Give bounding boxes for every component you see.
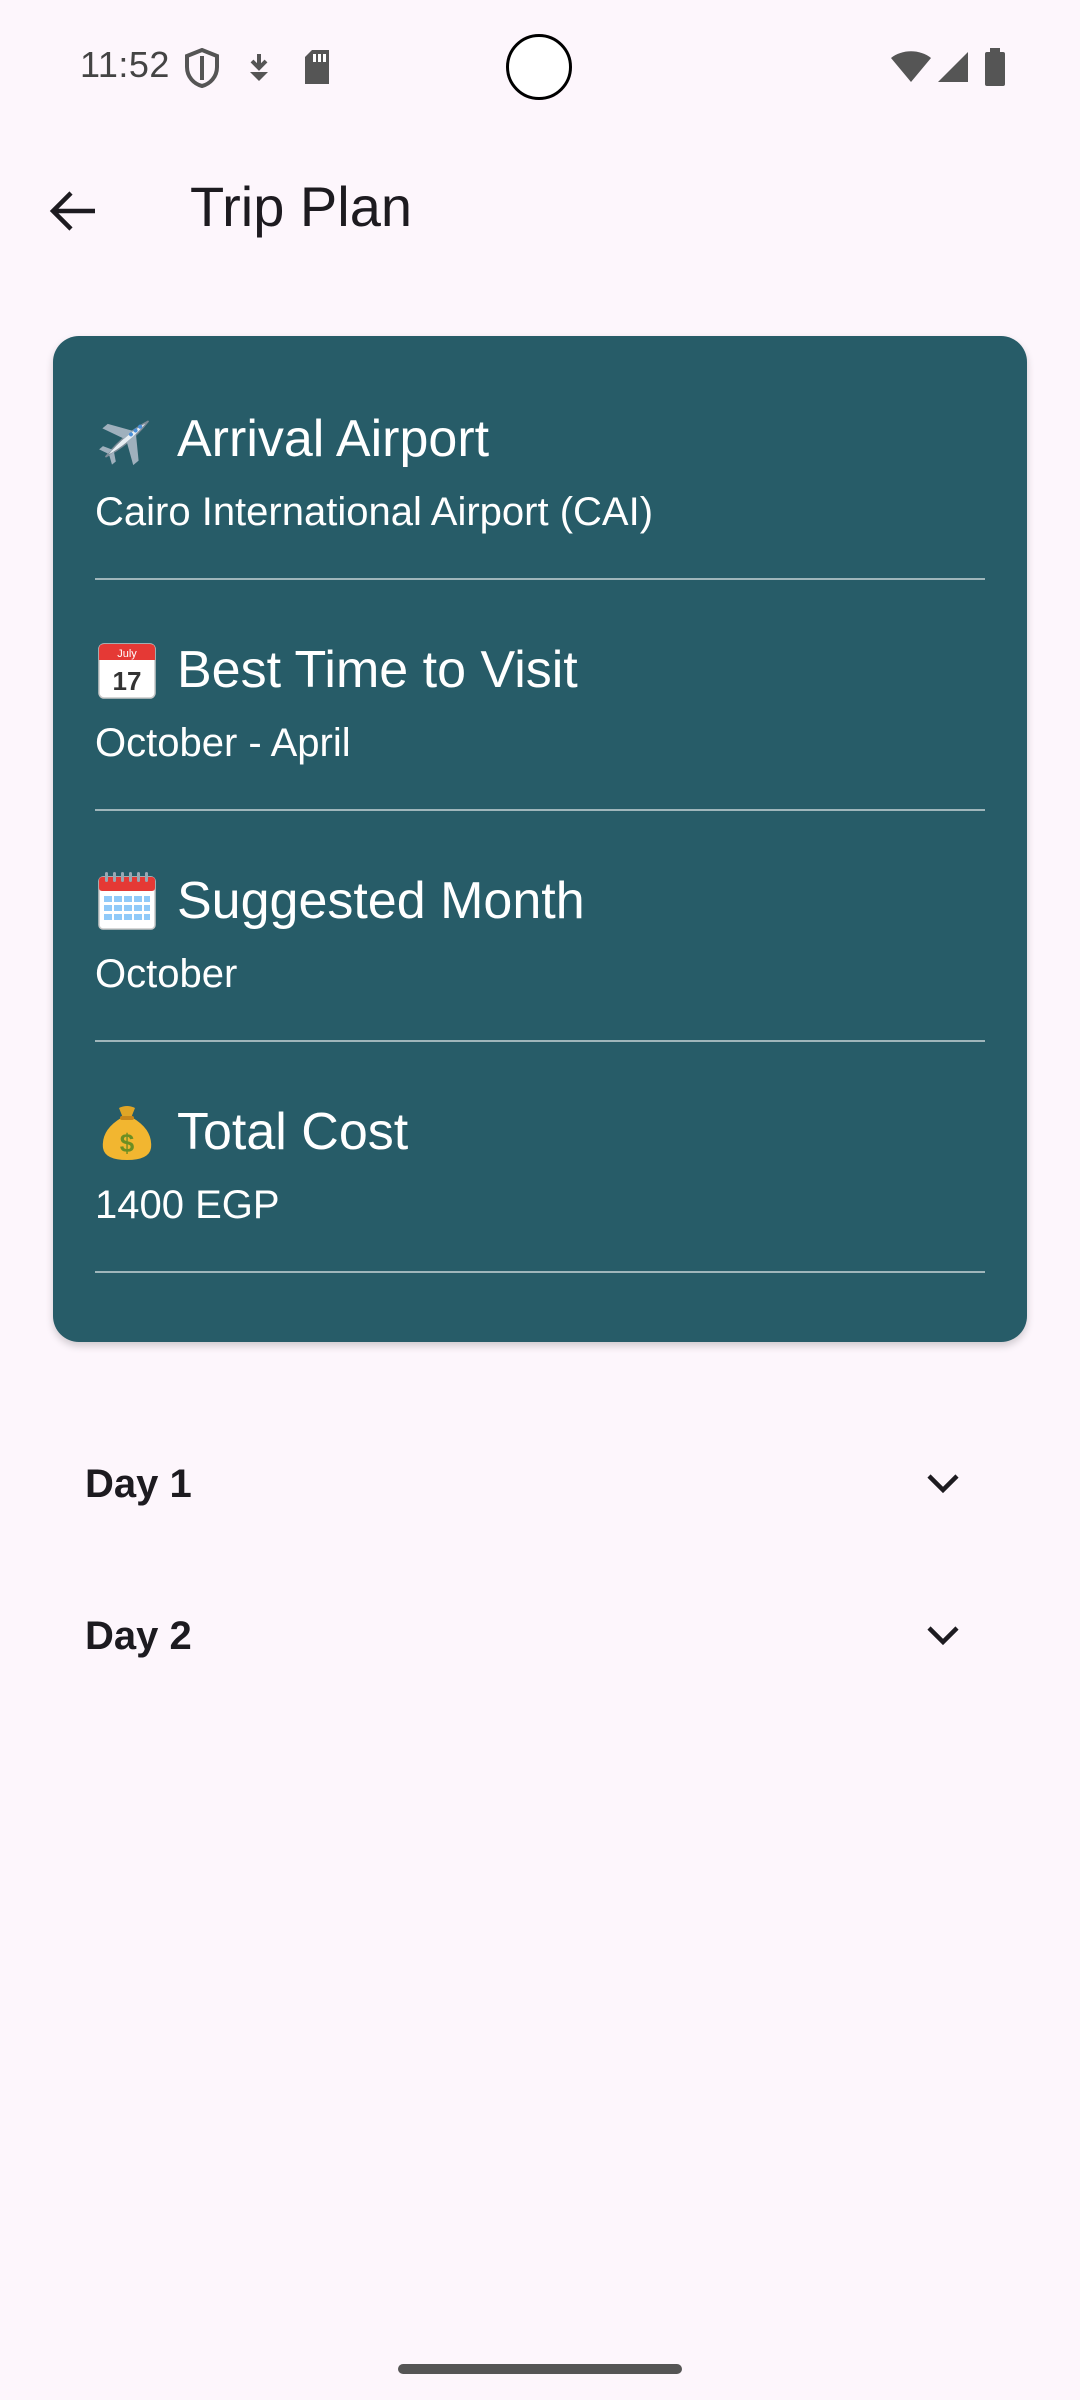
- back-button[interactable]: [40, 178, 106, 244]
- suggested-month-title: Suggested Month: [177, 872, 585, 930]
- day-2-label: Day 2: [85, 1614, 192, 1658]
- battery-icon: [984, 48, 1006, 91]
- sd-card-icon: [302, 48, 332, 91]
- camera-cutout: [506, 34, 572, 100]
- money-bag-icon: $: [95, 1100, 159, 1164]
- day-1-expansion-tile[interactable]: Day 1: [0, 1412, 1080, 1552]
- divider: [95, 809, 985, 811]
- best-time-title: Best Time to Visit: [177, 641, 578, 699]
- divider: [95, 1040, 985, 1042]
- trip-info-card: Arrival Airport Cairo International Airp…: [53, 336, 1027, 1342]
- chevron-down-icon: [927, 1474, 959, 1494]
- arrival-airport-heading: Arrival Airport: [95, 404, 489, 474]
- total-cost-heading: $ Total Cost: [95, 1097, 408, 1167]
- shield-icon: [184, 47, 220, 93]
- airplane-icon: [95, 407, 159, 471]
- best-time-heading: July 17 Best Time to Visit: [95, 635, 578, 705]
- calendar-icon: July 17: [95, 638, 159, 702]
- page-title: Trip Plan: [190, 175, 413, 238]
- signal-icon: [936, 50, 970, 89]
- home-indicator[interactable]: [398, 2364, 682, 2374]
- total-cost-value: 1400 EGP: [95, 1183, 280, 1227]
- wifi-icon: [890, 50, 932, 89]
- money-symbol: $: [120, 1128, 135, 1158]
- best-time-value: October - April: [95, 721, 351, 765]
- arrow-back-icon: [49, 191, 95, 231]
- day-2-expansion-tile[interactable]: Day 2: [0, 1564, 1080, 1704]
- chevron-down-icon: [927, 1626, 959, 1646]
- day-1-label: Day 1: [85, 1462, 192, 1506]
- status-bar: 11:52: [0, 0, 1080, 140]
- calendar-month-label: July: [117, 648, 137, 660]
- calendar-day-label: 17: [113, 666, 142, 696]
- arrival-airport-value: Cairo International Airport (CAI): [95, 490, 654, 534]
- suggested-month-section: Suggested Month October: [95, 866, 985, 1096]
- suggested-month-heading: Suggested Month: [95, 866, 585, 936]
- top-app-bar: Trip Plan: [0, 150, 1080, 270]
- status-time: 11:52: [80, 44, 170, 85]
- suggested-month-value: October: [95, 952, 238, 996]
- download-status-icon: [246, 52, 272, 89]
- divider: [95, 1271, 985, 1273]
- spiral-calendar-icon: [95, 869, 159, 933]
- arrival-airport-title: Arrival Airport: [177, 410, 490, 468]
- divider: [95, 578, 985, 580]
- best-time-section: July 17 Best Time to Visit October - Apr…: [95, 635, 985, 865]
- total-cost-title: Total Cost: [177, 1103, 409, 1161]
- arrival-airport-section: Arrival Airport Cairo International Airp…: [95, 404, 985, 634]
- total-cost-section: $ Total Cost 1400 EGP: [95, 1097, 985, 1327]
